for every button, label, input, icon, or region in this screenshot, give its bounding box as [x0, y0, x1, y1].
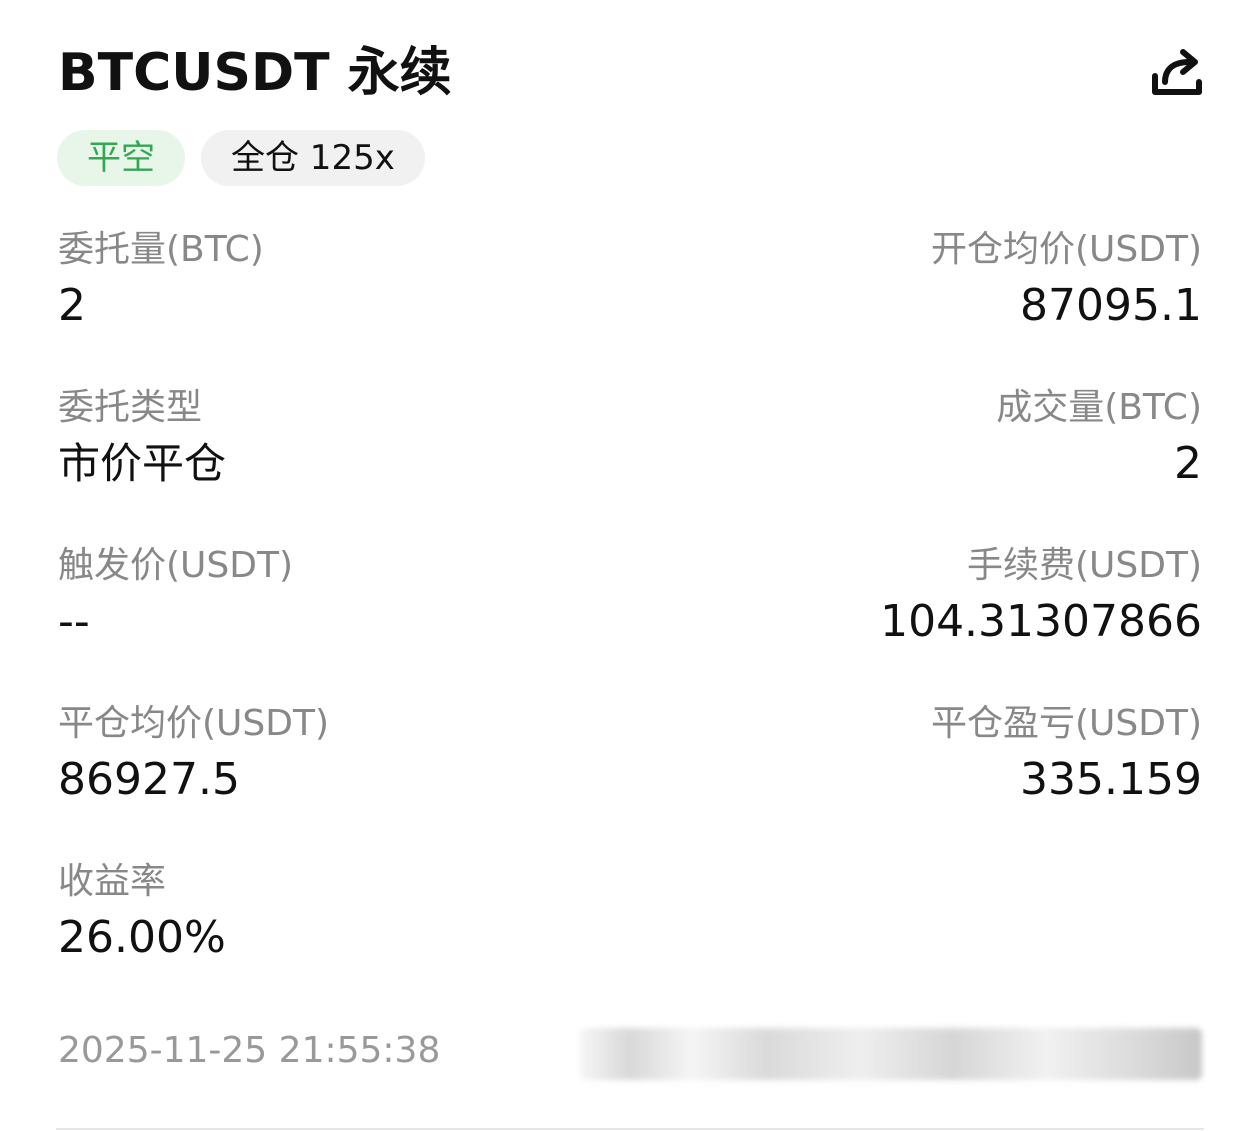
open-avg-price-label: 开仓均价(USDT) [930, 229, 1202, 270]
filled-qty-field: 成交量(BTC) 2 [642, 386, 1202, 494]
open-avg-price-value: 87095.1 [1020, 280, 1202, 331]
fee-label: 手续费(USDT) [966, 545, 1202, 586]
redacted-area [580, 1028, 1202, 1080]
roi-value: 26.00% [58, 912, 226, 963]
roi-label: 收益率 [58, 861, 167, 902]
close-pnl-value: 335.159 [1020, 754, 1202, 805]
trigger-price-label: 触发价(USDT) [58, 545, 294, 586]
fee-field: 手续费(USDT) 104.31307866 [642, 544, 1202, 652]
filled-qty-label: 成交量(BTC) [996, 387, 1202, 428]
margin-leverage-badge: 全仓 125x [201, 130, 425, 186]
order-qty-value: 2 [58, 280, 86, 331]
divider [56, 1128, 1204, 1130]
close-avg-price-field: 平仓均价(USDT) 86927.5 [58, 702, 618, 810]
share-button[interactable] [1149, 46, 1205, 102]
order-timestamp: 2025-11-25 21:55:38 [58, 1030, 441, 1071]
order-type-field: 委托类型 市价平仓 [58, 386, 618, 494]
roi-field: 收益率 26.00% [58, 860, 618, 968]
open-avg-price-field: 开仓均价(USDT) 87095.1 [642, 228, 1202, 336]
header: BTCUSDT 永续 [58, 38, 1205, 108]
trigger-price-field: 触发价(USDT) -- [58, 544, 618, 652]
trigger-price-value: -- [58, 596, 90, 647]
filled-qty-value: 2 [1174, 438, 1202, 489]
position-tags: 平空 全仓 125x [57, 130, 425, 186]
fee-value: 104.31307866 [880, 596, 1202, 647]
order-qty-label: 委托量(BTC) [58, 229, 264, 270]
side-badge: 平空 [57, 130, 185, 186]
close-avg-price-label: 平仓均价(USDT) [58, 703, 330, 744]
close-pnl-field: 平仓盈亏(USDT) 335.159 [642, 702, 1202, 810]
order-type-label: 委托类型 [58, 387, 203, 428]
order-qty-field: 委托量(BTC) 2 [58, 228, 618, 336]
close-pnl-label: 平仓盈亏(USDT) [930, 703, 1202, 744]
order-type-value: 市价平仓 [58, 439, 227, 488]
page-title: BTCUSDT 永续 [58, 43, 452, 103]
share-icon [1149, 46, 1205, 102]
close-avg-price-value: 86927.5 [58, 754, 240, 805]
